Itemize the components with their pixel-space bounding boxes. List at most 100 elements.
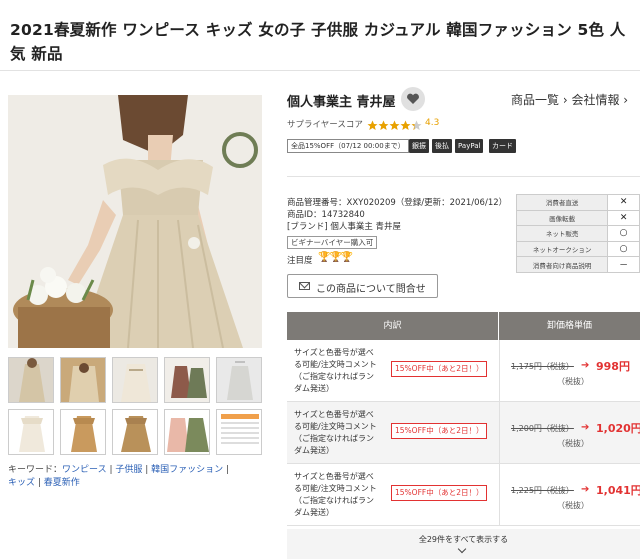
price-table-header: 内訳 卸価格単価 <box>287 312 640 340</box>
keyword-list: キーワード：ワンピース | 子供服 | 韓国ファッション | キッズ | 春夏新作 <box>8 465 230 488</box>
sale-price: 998円 <box>596 360 630 373</box>
favorite-shop-button[interactable] <box>401 87 425 111</box>
thumb-white-dress <box>9 410 53 454</box>
usage-permission-table: 消費者直送 ✕ 画像転載 ✕ ネット販売 ○ ネットオークション ○ 消費者向け商品説明… <box>515 194 640 273</box>
feature-label: 画像転載 <box>515 209 609 227</box>
table-row: ネット販売 ○ <box>515 225 640 242</box>
table-row[interactable]: サイズと色番号が選べる可能/注文時コメント（ご指定なければランダム発送） 15%… <box>287 402 640 464</box>
mail-icon <box>299 282 310 290</box>
table-row: ネットオークション ○ <box>515 240 640 258</box>
discount-badge: 15%OFF中（あと2日！） <box>391 423 488 439</box>
shop-name[interactable]: 個人事業主 青井屋 <box>287 91 396 110</box>
feature-label: 消費者直送 <box>515 194 609 211</box>
thumb-dress-back-view <box>113 358 157 402</box>
keyword-link[interactable]: 春夏新作 <box>44 478 80 488</box>
star-rating-icon <box>367 120 422 130</box>
tax-note: （税抜） <box>557 439 589 448</box>
feature-value: ○ <box>607 240 640 258</box>
keyword-link[interactable]: キッズ <box>8 478 35 488</box>
payment-badge-deferred: 後払 <box>432 139 452 153</box>
thumbnail-7[interactable] <box>60 409 106 455</box>
trophy-icon: 🏆🏆🏆 <box>318 252 353 263</box>
sale-price: 1,041円 <box>596 484 640 497</box>
main-product-image[interactable] <box>8 95 262 348</box>
thumbnail-3[interactable] <box>112 357 158 403</box>
supplier-score-label: サプライヤースコア <box>287 120 363 130</box>
thumbnail-5[interactable] <box>216 357 262 403</box>
tax-note: （税抜） <box>557 377 589 386</box>
arrow-right-icon: ➔ <box>581 484 590 495</box>
inquiry-button-label: この商品について問合せ <box>316 284 426 295</box>
keyword-link[interactable]: 子供服 <box>115 465 142 475</box>
table-row[interactable]: サイズと色番号が選べる可能/注文時コメント（ご指定なければランダム発送） 15%… <box>287 464 640 526</box>
product-title: 2021春夏新作 ワンピース キッズ 女の子 子供服 カジュアル 韓国ファッショ… <box>10 21 626 63</box>
girl-in-linen-dress-photo <box>8 95 262 348</box>
arrow-right-icon: ➔ <box>581 422 590 433</box>
original-price: 1,200円（税抜） <box>511 424 574 433</box>
payment-badge-bank: 銀振 <box>409 139 429 153</box>
attention-label: 注目度 <box>287 256 313 266</box>
thumbnail-4[interactable] <box>164 357 210 403</box>
shop-nav: 商品一覧 › 会社情報 › <box>511 91 628 108</box>
show-all-label: 全29件をすべて表示する <box>418 535 509 544</box>
shop-link-products[interactable]: 商品一覧 <box>511 93 559 107</box>
thumbnail-8[interactable] <box>112 409 158 455</box>
shop-link-company[interactable]: 会社情報 <box>571 93 619 107</box>
discount-badge: 15%OFF中（あと2日！） <box>391 361 488 377</box>
sale-price: 1,020円 <box>596 422 640 435</box>
thumbnail-2[interactable] <box>60 357 106 403</box>
payment-badge-paypal: PayPal <box>455 139 484 153</box>
variant-description: サイズと色番号が選べる可能/注文時コメント（ご指定なければランダム発送） <box>294 472 377 517</box>
column-divider <box>499 340 500 402</box>
payment-badge-card: カード <box>489 139 516 153</box>
chevron-down-icon <box>457 544 467 554</box>
supplier-score-value: 4.3 <box>425 118 440 128</box>
thumbnail-6[interactable] <box>8 409 54 455</box>
header-wholesale-price: 卸価格単価 <box>546 321 592 331</box>
thumbnail-10[interactable] <box>216 409 262 455</box>
keyword-link[interactable]: 韓国ファッション <box>151 465 223 475</box>
inquiry-button[interactable]: この商品について問合せ <box>287 274 438 298</box>
beginner-buyer-badge: ビギナーバイヤー購入可 <box>287 236 378 249</box>
feature-label: 消費者向け商品説明 <box>515 256 609 273</box>
thumb-girl-beige-dress <box>9 358 53 402</box>
keyword-link[interactable]: ワンピース <box>62 465 107 475</box>
discount-badge: 15%OFF中（あと2日！） <box>391 485 488 501</box>
product-code: 商品管理番号：XXY020209（登録/更新：2021/06/12） <box>287 198 508 208</box>
tax-note: （税抜） <box>557 501 589 510</box>
star-rating <box>367 116 423 135</box>
feature-value: ✕ <box>607 194 640 211</box>
thumb-beige-dress-detail <box>61 358 105 402</box>
table-row: 消費者直送 ✕ <box>515 194 640 211</box>
thumb-dress-hanger <box>217 358 261 402</box>
feature-label: ネット販売 <box>515 225 609 242</box>
thumb-tan-dress <box>61 410 105 454</box>
thumb-dress-flatlay <box>165 358 209 402</box>
title-divider <box>0 70 640 71</box>
thumbnail-9[interactable] <box>164 409 210 455</box>
thumbnail-1[interactable] <box>8 357 54 403</box>
variant-description: サイズと色番号が選べる可能/注文時コメント（ご指定なければランダム発送） <box>294 410 377 455</box>
column-divider <box>499 402 500 464</box>
table-row: 画像転載 ✕ <box>515 209 640 227</box>
heart-icon <box>407 93 419 104</box>
feature-value: ○ <box>607 225 640 242</box>
table-row[interactable]: サイズと色番号が選べる可能/注文時コメント（ご指定なければランダム発送） 15%… <box>287 340 640 402</box>
thumb-brown-dress <box>113 410 157 454</box>
column-divider <box>499 464 500 526</box>
original-price: 1,225円（税抜） <box>511 486 574 495</box>
thumb-size-chart <box>217 410 261 454</box>
feature-value: ✕ <box>607 209 640 227</box>
keyword-label: キーワード： <box>8 465 63 475</box>
product-id: 商品ID：14732840 <box>287 210 365 220</box>
arrow-right-icon: ➔ <box>581 360 590 371</box>
chevron-right-icon: › <box>619 93 629 107</box>
thumb-pink-green-dresses <box>165 410 209 454</box>
table-row: 消費者向け商品説明－ <box>515 256 640 273</box>
chevron-right-icon: › <box>559 93 572 107</box>
section-divider <box>287 176 640 177</box>
product-brand[interactable]: [ブランド] 個人事業主 青井屋 <box>287 221 401 233</box>
sale-badge: 全品15%OFF（07/12 00:00まで） <box>287 139 409 153</box>
original-price: 1,175円（税抜） <box>511 362 574 371</box>
show-all-button[interactable]: 全29件をすべて表示する <box>287 529 640 559</box>
